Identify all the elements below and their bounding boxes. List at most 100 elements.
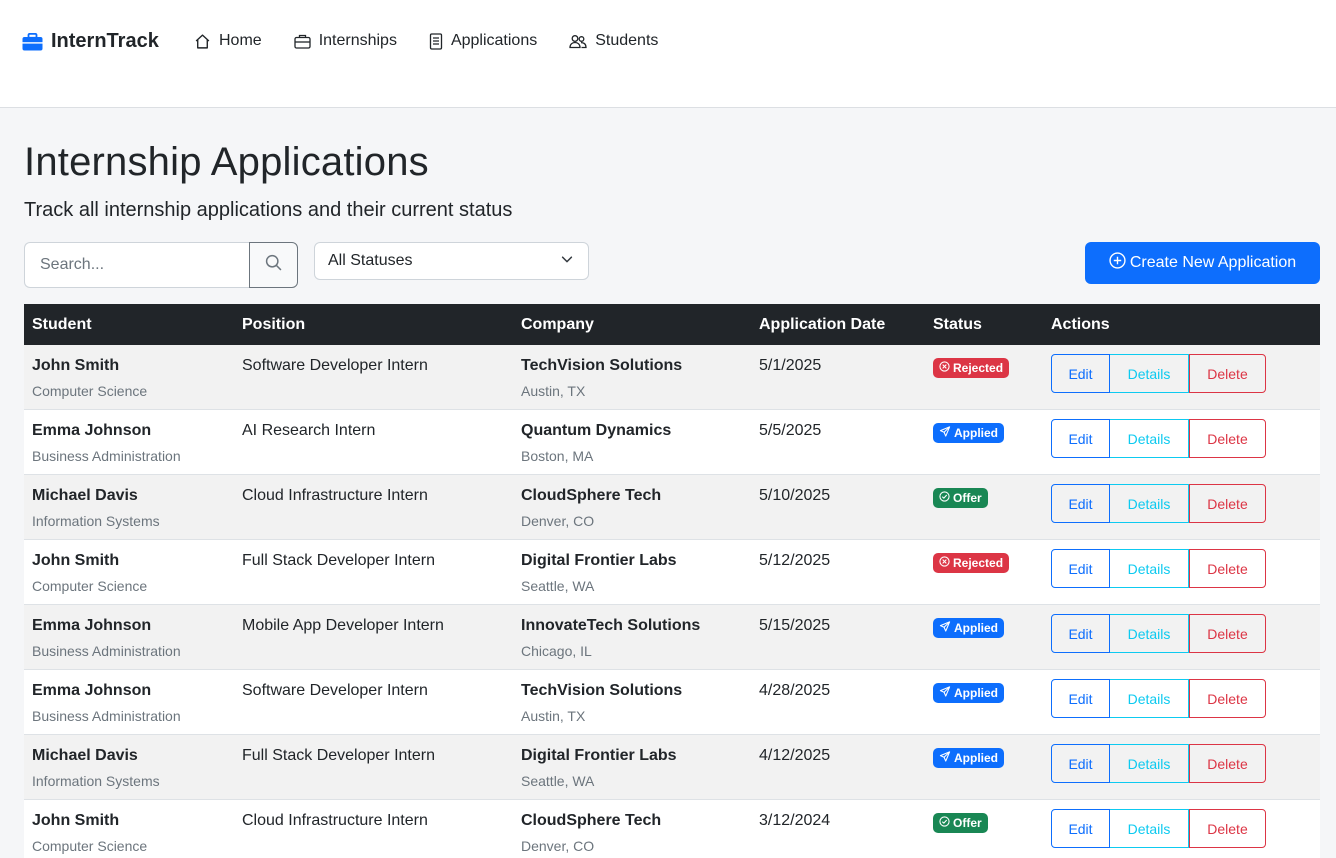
delete-button[interactable]: Delete [1189, 809, 1266, 848]
position-title: Mobile App Developer Intern [242, 617, 444, 634]
student-major: Information Systems [32, 773, 160, 789]
delete-button[interactable]: Delete [1189, 744, 1266, 783]
student-name: Michael Davis [32, 747, 138, 764]
actions-cell: Edit Details Delete [1043, 670, 1320, 734]
date-cell: 4/12/2025 [751, 735, 925, 799]
send-icon [939, 424, 951, 442]
column-header-student: Student [32, 316, 92, 333]
row-actions: Edit Details Delete [1051, 549, 1320, 588]
student-cell: John Smith Computer Science [24, 540, 234, 604]
x-circle-icon [939, 359, 950, 377]
company-cell: Digital Frontier Labs Seattle, WA [513, 735, 751, 799]
edit-button[interactable]: Edit [1051, 614, 1110, 653]
table-row: Emma Johnson Business Administration AI … [24, 410, 1320, 475]
document-icon [429, 32, 443, 50]
details-button[interactable]: Details [1110, 679, 1189, 718]
company-name: CloudSphere Tech [521, 812, 662, 829]
details-button[interactable]: Details [1110, 484, 1189, 523]
send-icon [939, 749, 951, 767]
student-name: Emma Johnson [32, 682, 152, 699]
date-cell: 5/15/2025 [751, 605, 925, 669]
table-row: Emma Johnson Business Administration Mob… [24, 605, 1320, 670]
company-location: Austin, TX [521, 383, 586, 399]
status-filter-select[interactable]: All Statuses [314, 242, 589, 280]
actions-cell: Edit Details Delete [1043, 800, 1320, 858]
position-cell: Cloud Infrastructure Intern [234, 800, 513, 858]
top-navbar: InternTrack Home Internships Application… [0, 0, 1336, 108]
delete-button[interactable]: Delete [1189, 484, 1266, 523]
page-title: Internship Applications [24, 140, 429, 184]
application-date: 5/15/2025 [759, 617, 831, 634]
student-major: Business Administration [32, 643, 181, 659]
position-cell: Cloud Infrastructure Intern [234, 475, 513, 539]
brand[interactable]: InternTrack [22, 30, 159, 53]
search-button[interactable] [249, 242, 298, 288]
status-cell: Rejected [925, 540, 1043, 604]
row-actions: Edit Details Delete [1051, 679, 1320, 718]
application-date: 5/10/2025 [759, 487, 831, 504]
delete-button[interactable]: Delete [1189, 354, 1266, 393]
status-label: Applied [954, 426, 998, 440]
position-title: Software Developer Intern [242, 682, 428, 699]
application-date: 4/28/2025 [759, 682, 831, 699]
plus-circle-icon [1109, 252, 1126, 274]
nav-applications-label: Applications [450, 32, 538, 49]
student-name: Emma Johnson [32, 422, 152, 439]
row-actions: Edit Details Delete [1051, 484, 1320, 523]
row-actions: Edit Details Delete [1051, 809, 1320, 848]
details-button[interactable]: Details [1110, 549, 1189, 588]
edit-button[interactable]: Edit [1051, 744, 1110, 783]
column-header-actions: Actions [1051, 316, 1110, 333]
details-button[interactable]: Details [1110, 744, 1189, 783]
position-title: Cloud Infrastructure Intern [242, 487, 428, 504]
student-major: Computer Science [32, 383, 148, 399]
edit-button[interactable]: Edit [1051, 419, 1110, 458]
create-application-button[interactable]: Create New Application [1085, 242, 1320, 284]
status-filter-value: All Statuses [328, 252, 413, 269]
check-circle-icon [939, 814, 950, 832]
student-name: Michael Davis [32, 487, 138, 504]
details-button[interactable]: Details [1110, 809, 1189, 848]
send-icon [939, 619, 951, 637]
send-icon [939, 684, 951, 702]
actions-cell: Edit Details Delete [1043, 410, 1320, 474]
edit-button[interactable]: Edit [1051, 354, 1110, 393]
chevron-down-icon [560, 252, 574, 271]
brand-name: InternTrack [51, 30, 159, 52]
edit-button[interactable]: Edit [1051, 809, 1110, 848]
delete-button[interactable]: Delete [1189, 614, 1266, 653]
position-cell: AI Research Intern [234, 410, 513, 474]
actions-cell: Edit Details Delete [1043, 605, 1320, 669]
nav-internships[interactable]: Internships [294, 32, 397, 50]
row-actions: Edit Details Delete [1051, 419, 1320, 458]
table-header: Student Position Company Application Dat… [24, 304, 1320, 345]
nav-applications[interactable]: Applications [429, 32, 537, 50]
edit-button[interactable]: Edit [1051, 679, 1110, 718]
briefcase-outline-icon [294, 34, 311, 49]
company-location: Seattle, WA [521, 578, 595, 594]
details-button[interactable]: Details [1110, 614, 1189, 653]
details-button[interactable]: Details [1110, 419, 1189, 458]
status-label: Rejected [953, 556, 1004, 570]
status-badge: Applied [933, 618, 1004, 638]
delete-button[interactable]: Delete [1189, 549, 1266, 588]
edit-button[interactable]: Edit [1051, 549, 1110, 588]
nav-home-label: Home [219, 32, 262, 49]
status-label: Rejected [953, 361, 1004, 375]
row-actions: Edit Details Delete [1051, 614, 1320, 653]
company-cell: Digital Frontier Labs Seattle, WA [513, 540, 751, 604]
nav-home[interactable]: Home [194, 32, 262, 50]
column-header-status: Status [933, 316, 982, 333]
company-name: Digital Frontier Labs [521, 552, 677, 569]
check-circle-icon [939, 489, 950, 507]
details-button[interactable]: Details [1110, 354, 1189, 393]
delete-button[interactable]: Delete [1189, 679, 1266, 718]
table-row: Michael Davis Information Systems Cloud … [24, 475, 1320, 540]
date-cell: 5/12/2025 [751, 540, 925, 604]
search-input[interactable] [24, 242, 249, 288]
edit-button[interactable]: Edit [1051, 484, 1110, 523]
actions-cell: Edit Details Delete [1043, 735, 1320, 799]
nav-students[interactable]: Students [569, 32, 658, 50]
row-actions: Edit Details Delete [1051, 354, 1320, 393]
delete-button[interactable]: Delete [1189, 419, 1266, 458]
